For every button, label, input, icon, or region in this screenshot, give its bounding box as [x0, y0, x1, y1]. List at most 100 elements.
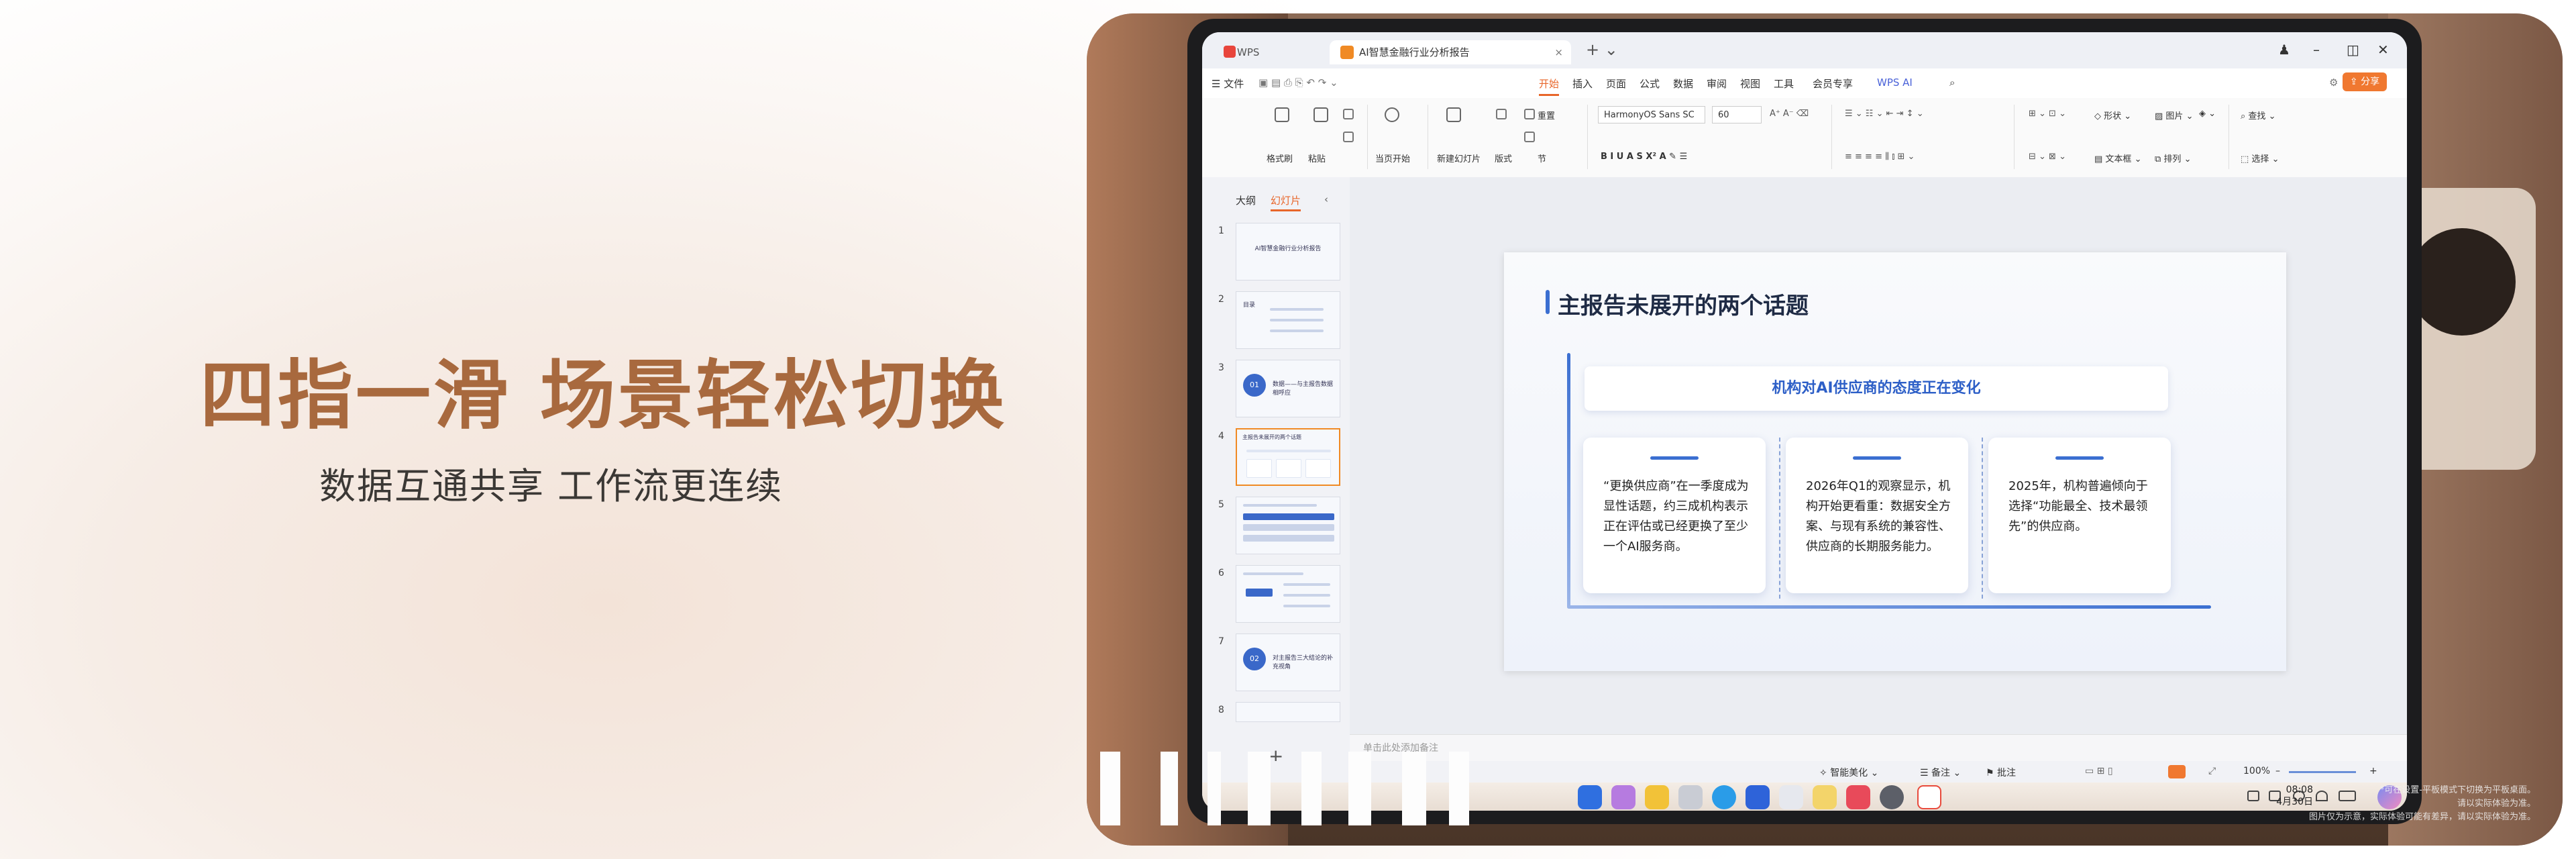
- new-slide-label[interactable]: 新建幻灯片: [1437, 152, 1481, 164]
- restore-button[interactable]: ◫: [2347, 42, 2359, 58]
- browser-app-icon[interactable]: [1712, 785, 1736, 809]
- section-label[interactable]: 节: [1538, 152, 1546, 164]
- slides-pane: 大纲 幻灯片 ‹ 1 AI智慧金融行业分析报告 2 目录 3 01 数据——与主…: [1202, 177, 1350, 772]
- slide-thumb-3[interactable]: 01 数据——与主报告数据相呼应: [1236, 360, 1340, 417]
- slide-thumb-8[interactable]: [1236, 702, 1340, 722]
- wps-app-icon[interactable]: [1917, 785, 1941, 809]
- notes-field[interactable]: 单击此处添加备注: [1350, 734, 2407, 761]
- menu-review[interactable]: 审阅: [1707, 77, 1727, 91]
- files-app-icon[interactable]: [1645, 785, 1669, 809]
- trash-app-icon[interactable]: [1678, 785, 1703, 809]
- notes-app-icon[interactable]: [1813, 785, 1837, 809]
- info-card-1[interactable]: “更换供应商”在一季度成为显性话题，约三成机构表示正在评估或已经更换了至少一个A…: [1583, 438, 1766, 593]
- textbox-button[interactable]: ▤ 文本框 ⌄: [2094, 152, 2141, 164]
- share-button[interactable]: ⇪ 分享: [2343, 72, 2387, 91]
- fill-icon[interactable]: ◈ ⌄: [2199, 109, 2216, 119]
- menu-page[interactable]: 页面: [1606, 77, 1626, 91]
- text-style-icons[interactable]: B I U A S X² A ✎ ☰: [1601, 152, 1687, 162]
- info-card-2[interactable]: 2026年Q1的观察显示，机构开始更看重：数据安全方案、与现有系统的兼容性、供应…: [1786, 438, 1968, 593]
- tab-slides[interactable]: 幻灯片: [1271, 193, 1301, 211]
- tab-outline[interactable]: 大纲: [1236, 193, 1256, 207]
- arrange-icons-bottom[interactable]: ⊟ ⌄ ⊠ ⌄: [2029, 152, 2066, 162]
- current-slide[interactable]: 主报告未展开的两个话题 机构对AI供应商的态度正在变化 “更换供应商”在一季度成…: [1504, 252, 2286, 671]
- slide-banner[interactable]: 机构对AI供应商的态度正在变化: [1585, 366, 2168, 411]
- slide-thumb-5[interactable]: [1236, 497, 1340, 554]
- menu-wps-ai[interactable]: WPS AI: [1877, 77, 1913, 89]
- menu-file[interactable]: ☰ 文件: [1212, 77, 1244, 91]
- account-icon[interactable]: ♟: [2278, 42, 2290, 58]
- quick-access-icons[interactable]: ▣ ▤ ⎙ ⎘ ↶ ↷ ⌄: [1258, 77, 1338, 89]
- slide-title[interactable]: 主报告未展开的两个话题: [1558, 287, 1809, 320]
- arrange-icons-top[interactable]: ⊞ ⌄ ⊡ ⌄: [2029, 109, 2066, 119]
- find-button[interactable]: ⌕ 查找 ⌄: [2241, 109, 2275, 121]
- menu-tools[interactable]: 工具: [1774, 77, 1794, 91]
- thumb-line: [1270, 308, 1324, 311]
- photos-app-icon[interactable]: [1779, 785, 1803, 809]
- menu-formula[interactable]: 公式: [1640, 77, 1660, 91]
- reflection-bar: [1100, 752, 1120, 825]
- thumb-title: 主报告未展开的两个话题: [1242, 434, 1301, 440]
- font-size-select[interactable]: 60: [1712, 106, 1762, 123]
- select-button[interactable]: ⬚ 选择 ⌄: [2241, 152, 2279, 164]
- font-family-select[interactable]: HarmonyOS Sans SC: [1598, 106, 1705, 123]
- reset-label[interactable]: 重置: [1538, 109, 1555, 121]
- copy-icon[interactable]: [1343, 132, 1354, 142]
- fit-window-icon[interactable]: ⤢: [2208, 766, 2216, 776]
- slideshow-play-button[interactable]: [2168, 765, 2186, 778]
- menu-data[interactable]: 数据: [1673, 77, 1693, 91]
- app-grid-icon[interactable]: [1578, 785, 1602, 809]
- comments-button[interactable]: ⚑ 批注: [1986, 766, 2016, 779]
- gallery-app-icon[interactable]: [1611, 785, 1635, 809]
- close-window-button[interactable]: ✕: [2377, 42, 2389, 58]
- picture-button[interactable]: ▨ 图片 ⌄: [2155, 109, 2193, 121]
- app-gallery-icon[interactable]: [1846, 785, 1870, 809]
- layout-label[interactable]: 版式: [1495, 152, 1512, 164]
- thumb-line: [1283, 605, 1330, 607]
- list-icons[interactable]: ☰ ⌄ ☷ ⌄ ⇤ ⇥ ↕ ⌄: [1845, 109, 1924, 119]
- mail-app-icon[interactable]: [1746, 785, 1770, 809]
- layout-icon[interactable]: [1496, 109, 1507, 119]
- zoom-level[interactable]: 100%: [2243, 766, 2270, 776]
- slide-thumb-4[interactable]: 主报告未展开的两个话题: [1236, 428, 1340, 486]
- shape-button[interactable]: ◇ 形状 ⌄: [2094, 109, 2131, 121]
- play-current-icon[interactable]: [1385, 107, 1399, 122]
- zoom-out-button[interactable]: –: [2275, 766, 2280, 776]
- smart-beautify-button[interactable]: ✧ 智能美化 ⌄: [1819, 766, 1878, 779]
- slide-canvas[interactable]: 主报告未展开的两个话题 机构对AI供应商的态度正在变化 “更换供应商”在一季度成…: [1350, 177, 2407, 734]
- thumb-number: 3: [1218, 362, 1224, 373]
- info-card-3[interactable]: 2025年，机构普遍倾向于选择“功能最全、技术最领先”的供应商。: [1988, 438, 2171, 593]
- section-icon[interactable]: [1524, 132, 1535, 142]
- arrange-button[interactable]: ⧉ 排列 ⌄: [2155, 152, 2191, 164]
- slide-thumb-1[interactable]: AI智慧金融行业分析报告: [1236, 223, 1340, 281]
- format-painter-icon[interactable]: [1275, 107, 1289, 122]
- font-grow-shrink-icons[interactable]: A⁺ A⁻ ⌫: [1770, 109, 1809, 119]
- new-slide-icon[interactable]: [1446, 107, 1461, 122]
- reset-icon[interactable]: [1524, 109, 1535, 119]
- zoom-in-button[interactable]: +: [2369, 766, 2377, 776]
- align-icons[interactable]: ≡ ≡ ≡ ≡ ⫼ ⫾ ⊞ ⌄: [1845, 152, 1915, 162]
- slide-thumb-7[interactable]: 02 对主报告三大结论的补充视角: [1236, 634, 1340, 691]
- slide-thumb-2[interactable]: 目录: [1236, 291, 1340, 349]
- search-icon[interactable]: ⌕: [1949, 77, 1955, 89]
- menu-insert[interactable]: 插入: [1572, 77, 1593, 91]
- tab-document[interactable]: AI智慧金融行业分析报告 ×: [1330, 40, 1571, 64]
- menu-membership[interactable]: 会员专享: [1813, 77, 1853, 91]
- cut-icon[interactable]: [1343, 109, 1354, 119]
- thumb-line: [1270, 330, 1324, 332]
- settings-app-icon[interactable]: [1880, 785, 1904, 809]
- settings-icon[interactable]: ⚙: [2329, 77, 2338, 89]
- slide-thumb-6[interactable]: [1236, 565, 1340, 623]
- tab-wps-office[interactable]: WPS Office: [1216, 40, 1289, 83]
- view-mode-icons[interactable]: ▭ ⊞ ▯: [2085, 766, 2113, 776]
- thumb-number: 1: [1218, 225, 1224, 236]
- notes-button[interactable]: ☰ 备注 ⌄: [1920, 766, 1961, 779]
- paste-icon[interactable]: [1313, 107, 1328, 122]
- minimize-button[interactable]: –: [2313, 42, 2320, 58]
- menu-view[interactable]: 视图: [1740, 77, 1760, 91]
- close-tab-icon[interactable]: ×: [1554, 40, 1563, 64]
- menu-home[interactable]: 开始: [1539, 77, 1560, 96]
- tab-label: AI智慧金融行业分析报告: [1359, 46, 1470, 58]
- collapse-pane-icon[interactable]: ‹: [1324, 193, 1328, 205]
- new-tab-button[interactable]: + ⌄: [1586, 40, 1618, 59]
- zoom-slider[interactable]: [2289, 771, 2356, 773]
